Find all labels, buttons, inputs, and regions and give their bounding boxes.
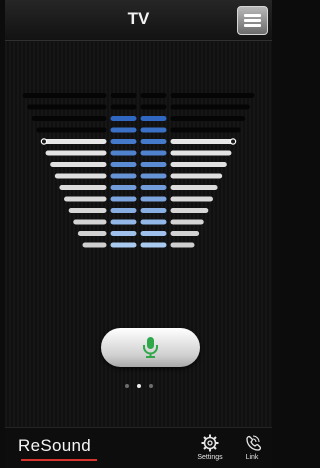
eq-bar-left [50,162,107,167]
microphone-button[interactable] [101,328,200,367]
logo-underline [21,459,97,461]
tab-link[interactable]: Link [232,434,272,461]
menu-button[interactable] [237,6,268,35]
eq-bar-left [73,219,107,225]
page-dot[interactable] [124,384,129,388]
eq-bar-center-right [140,162,167,167]
eq-bar-left [64,196,107,202]
app-frame: TV ReSound Settings Link [5,0,272,468]
eq-slider-handle[interactable] [229,138,237,145]
eq-bar-center-left [110,208,137,213]
eq-bar-center-right [140,231,167,236]
eq-bar-left [27,104,107,110]
eq-bar-center-right [140,139,167,144]
eq-bar-center-left [110,219,137,225]
eq-bar-center-left [110,127,137,133]
eq-bar-center-right [140,150,167,156]
eq-bar-center-right [140,185,167,190]
eq-bar-center-left [110,242,137,248]
gear-icon [201,434,219,452]
microphone-icon [143,337,158,358]
tab-link-label: Link [245,454,259,461]
eq-bar-right [170,173,223,179]
eq-bar-center-left [110,231,137,236]
link-icon [246,435,261,451]
eq-bar-right [170,196,213,202]
eq-bar-right [170,231,200,236]
eq-bar-center-right [140,93,167,98]
eq-bar-center-left [110,150,137,156]
eq-bar-center-right [140,173,167,179]
eq-bar-center-left [110,162,137,167]
eq-bar-right [170,185,218,190]
tab-settings[interactable]: Settings [190,434,230,461]
eq-bar-right [170,139,237,144]
eq-bar-center-right [140,242,167,248]
eq-bar-left [22,93,107,98]
eq-bar-left [59,185,107,190]
eq-bar-center-left [110,139,137,144]
eq-bar-left [40,139,107,144]
resound-logo: ReSound [18,436,91,455]
eq-bar-right [170,242,195,248]
page-dot[interactable] [148,384,153,388]
eq-bar-center-left [110,173,137,179]
tab-settings-label: Settings [197,454,223,461]
eq-bar-right [170,208,209,213]
eq-bar-right [170,93,255,98]
page-title: TV [127,9,150,28]
eq-bar-left [54,173,107,179]
eq-bar-center-left [110,196,137,202]
eq-bar-center-left [110,185,137,190]
eq-slider-handle[interactable] [40,138,48,145]
eq-bar-left [36,127,107,133]
bottom-bar: ReSound Settings Link [5,427,272,468]
title-bar: TV [5,0,272,41]
eq-bar-right [170,116,246,121]
eq-bar-center-left [110,93,137,98]
program-panel [5,41,272,427]
eq-bar-left [31,116,107,121]
eq-bar-center-right [140,208,167,213]
page-indicator [5,375,272,388]
eq-bar-center-right [140,116,167,121]
eq-bar-right [170,150,232,156]
eq-bar-center-right [140,127,167,133]
volume-equalizer[interactable] [5,41,272,321]
eq-bar-right [170,219,204,225]
eq-bar-center-left [110,116,137,121]
eq-bar-center-right [140,196,167,202]
page-dot-active[interactable] [136,384,141,388]
eq-bar-center-left [110,104,137,110]
eq-bar-left [77,231,107,236]
eq-bar-left [45,150,107,156]
eq-bar-right [170,162,227,167]
eq-bar-right [170,104,250,110]
eq-bar-left [82,242,107,248]
eq-bar-center-right [140,104,167,110]
eq-bar-center-right [140,219,167,225]
eq-bar-left [68,208,107,213]
eq-bar-right [170,127,241,133]
